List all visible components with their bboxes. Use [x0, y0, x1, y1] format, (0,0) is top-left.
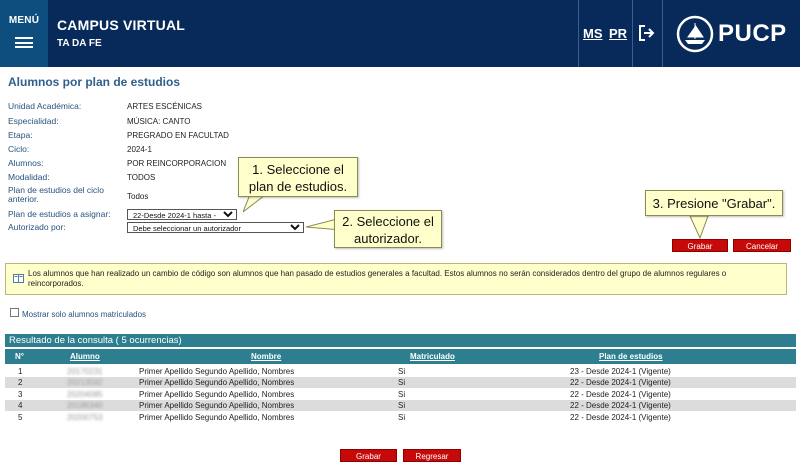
table-row: 5 20200753 Primer Apellido Segundo Apell…: [5, 412, 796, 423]
menu-button[interactable]: MENÚ: [0, 0, 48, 67]
pucp-logo-text: PUCP: [718, 20, 787, 47]
header-divider: [578, 0, 579, 67]
info-value: Todos: [127, 192, 149, 201]
info-value: MÚSICA: CANTO: [127, 117, 191, 126]
info-value: ARTES ESCÉNICAS: [127, 102, 202, 111]
cell-alumno: 20200753: [67, 413, 103, 422]
col-header-alumno[interactable]: Alumno: [70, 352, 100, 361]
grabar-button[interactable]: Grabar: [672, 239, 728, 252]
col-header-n: N°: [15, 352, 24, 361]
cell-alumno: 20213592: [67, 378, 103, 387]
cell-n: 1: [18, 367, 23, 376]
info-value: PREGRADO EN FACULTAD: [127, 131, 229, 140]
mostrar-matriculados-checkbox[interactable]: [10, 308, 19, 317]
cell-matriculado: Si: [398, 413, 406, 422]
cell-matriculado: Si: [398, 401, 406, 410]
callout-pointer: [689, 216, 709, 240]
mostrar-matriculados-label: Mostrar solo alumnos matriculados: [22, 310, 147, 319]
app-title: CAMPUS VIRTUAL: [57, 17, 186, 33]
info-label: Alumnos:: [8, 158, 44, 168]
info-label: Etapa:: [8, 130, 33, 140]
logout-icon[interactable]: [638, 24, 656, 42]
results-title: Resultado de la consulta ( 5 ocurrencias…: [5, 334, 796, 347]
cell-nombre: Primer Apellido Segundo Apellido, Nombre…: [139, 367, 295, 376]
callout-step-3: 3. Presione "Grabar".: [645, 190, 783, 216]
app-subtitle: TA DA FE: [57, 38, 102, 49]
info-book-icon: [13, 274, 24, 283]
cancelar-button[interactable]: Cancelar: [733, 239, 791, 252]
plan-asignar-select[interactable]: 22-Desde 2024-1 hasta -: [127, 209, 237, 220]
page-title: Alumnos por plan de estudios: [8, 75, 181, 89]
table-row: 4 20186340 Primer Apellido Segundo Apell…: [5, 400, 796, 411]
cell-plan: 22 - Desde 2024-1 (Vigente): [570, 390, 671, 399]
notice-text: Los alumnos que han realizado un cambio …: [28, 269, 727, 288]
info-label: Plan de estudios del ciclo anterior.: [8, 185, 104, 204]
hamburger-icon: [15, 37, 33, 48]
info-label: Ciclo:: [8, 144, 30, 154]
info-label: Especialidad:: [8, 116, 59, 126]
cell-nombre: Primer Apellido Segundo Apellido, Nombre…: [139, 378, 295, 387]
info-value: 2024-1: [127, 145, 152, 154]
cell-plan: 22 - Desde 2024-1 (Vigente): [570, 413, 671, 422]
cell-plan: 22 - Desde 2024-1 (Vigente): [570, 378, 671, 387]
grabar-button-bottom[interactable]: Grabar: [340, 449, 397, 462]
cell-n: 5: [18, 413, 23, 422]
pucp-logo-icon: [676, 15, 714, 53]
info-label: Autorizado por:: [8, 222, 66, 232]
info-label: Plan de estudios a asignar:: [8, 209, 111, 219]
cell-nombre: Primer Apellido Segundo Apellido, Nombre…: [139, 390, 295, 399]
cell-plan: 23 - Desde 2024-1 (Vigente): [570, 367, 671, 376]
cell-matriculado: Si: [398, 390, 406, 399]
link-pr[interactable]: PR: [609, 26, 627, 41]
info-label: Modalidad:: [8, 172, 50, 182]
callout-step-1: 1. Seleccione el plan de estudios.: [238, 157, 358, 197]
cell-alumno: 20186340: [67, 401, 103, 410]
col-header-matriculado[interactable]: Matriculado: [410, 352, 455, 361]
cell-alumno: 20170231: [67, 367, 103, 376]
link-ms[interactable]: MS: [583, 26, 603, 41]
cell-nombre: Primer Apellido Segundo Apellido, Nombre…: [139, 401, 295, 410]
info-value: POR REINCORPORACION: [127, 159, 227, 168]
cell-matriculado: Si: [398, 378, 406, 387]
callout-step-2: 2. Seleccione el autorizador.: [334, 210, 442, 248]
top-header: MENÚ CAMPUS VIRTUAL TA DA FE MS PR PUCP: [0, 0, 800, 67]
col-header-plan[interactable]: Plan de estudios: [599, 352, 663, 361]
results-table-header: N° Alumno Nombre Matriculado Plan de est…: [5, 349, 796, 364]
cell-n: 4: [18, 401, 23, 410]
table-row: 2 20213592 Primer Apellido Segundo Apell…: [5, 377, 796, 388]
info-value: TODOS: [127, 173, 156, 182]
autorizado-select[interactable]: Debe seleccionar un autorizador: [127, 222, 304, 233]
menu-label: MENÚ: [8, 15, 40, 26]
cell-n: 2: [18, 378, 23, 387]
header-divider: [632, 0, 633, 67]
header-divider: [662, 0, 663, 67]
table-row: 3 20204085 Primer Apellido Segundo Apell…: [5, 389, 796, 400]
cell-plan: 22 - Desde 2024-1 (Vigente): [570, 401, 671, 410]
table-row: 1 20170231 Primer Apellido Segundo Apell…: [5, 366, 796, 377]
cell-alumno: 20204085: [67, 390, 103, 399]
notice-box: Los alumnos que han realizado un cambio …: [5, 263, 787, 295]
info-label: Unidad Académica:: [8, 101, 82, 111]
col-header-nombre[interactable]: Nombre: [251, 352, 281, 361]
regresar-button[interactable]: Regresar: [403, 449, 461, 462]
cell-n: 3: [18, 390, 23, 399]
cell-matriculado: Si: [398, 367, 406, 376]
cell-nombre: Primer Apellido Segundo Apellido, Nombre…: [139, 413, 295, 422]
